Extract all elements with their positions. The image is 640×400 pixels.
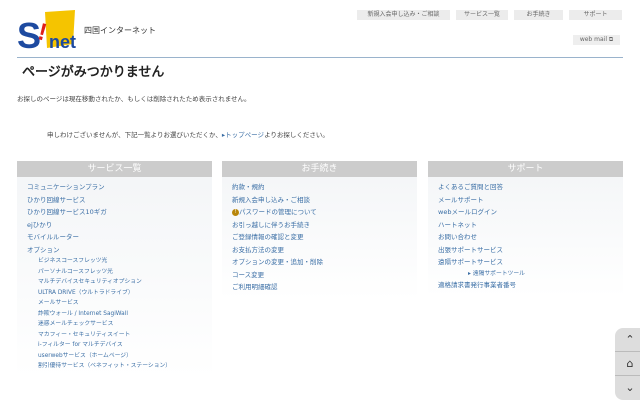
menu-link-label: userwebサービス（ホームページ）: [38, 352, 132, 359]
menu-link-label: コミュニケーションプラン: [27, 183, 105, 191]
menu-link[interactable]: 約款・規約: [232, 181, 407, 194]
menu-link[interactable]: ひかり回線サービス10ギガ: [27, 206, 202, 219]
menu-link-label: オプションの変更・追加・削除: [232, 258, 323, 266]
menu-link-label: コース変更: [232, 270, 265, 279]
info-icon: !: [232, 208, 239, 216]
header-divider: [17, 57, 623, 58]
menu-link-label: マルチデバイスセキュリティオプション: [38, 279, 142, 285]
menu-link-label: webメールログイン: [438, 208, 497, 216]
menu-link[interactable]: お問い合わせ: [438, 231, 613, 244]
menu-link-label: マカフィー・セキュリティスイート: [38, 331, 131, 338]
menu-link[interactable]: ULTRA DRIVE（ウルトラドライブ）: [27, 288, 202, 299]
menu-link[interactable]: ! パスワードの管理について: [232, 206, 407, 219]
guide-message: 申しわけございませんが、下記一覧よりお選びいただくか、▸トップページよりお探しく…: [47, 129, 329, 139]
menu-link-label: 迷惑メールチェックサービス: [38, 321, 114, 327]
menu-link-label: お引っ越しに伴うお手続き: [232, 220, 310, 229]
menu-link-label: よくあるご質問と回答: [438, 183, 503, 191]
menu-link-label: パスワードの管理について: [239, 208, 317, 216]
menu-link-label: 遠隔サポートサービス: [438, 258, 503, 266]
menu-link[interactable]: ビジネスコースフレッツ光: [27, 256, 202, 267]
floating-nav: ⌃ ⌂ ⌄: [615, 328, 640, 400]
menu-link-label: オプション: [27, 245, 60, 254]
menu-link-label: ひかり回線サービス10ギガ: [27, 208, 107, 216]
page-title: ページがみつかりません: [22, 65, 165, 80]
menu-link-label: 詐欺ウォール / Internet SagiWall: [38, 310, 128, 317]
nav-procedures[interactable]: お手続き: [514, 10, 563, 20]
menu-link[interactable]: オプション: [27, 244, 202, 257]
menu-link[interactable]: コミュニケーションプラン: [27, 181, 202, 194]
column-header: サービス一覧: [17, 161, 212, 177]
menu-link[interactable]: ハートネット: [438, 219, 613, 232]
nav-signup[interactable]: 新規入会申し込み・ご相談: [357, 10, 450, 20]
menu-link[interactable]: 出張サポートサービス: [438, 244, 613, 257]
menu-link[interactable]: ご登録情報の確認と変更: [232, 231, 407, 244]
menu-link-label: お支払方法の変更: [232, 245, 284, 254]
menu-link[interactable]: コース変更: [232, 269, 407, 282]
nav-support[interactable]: サポート: [569, 10, 622, 20]
menu-link-label: ハートネット: [438, 220, 477, 229]
home-icon[interactable]: ⌂: [615, 352, 640, 376]
menu-link-label: ビジネスコースフレッツ光: [38, 258, 108, 264]
menu-link-label: ▸ 遠隔サポートツール: [468, 270, 525, 277]
menu-link[interactable]: userwebサービス（ホームページ）: [27, 351, 202, 362]
svg-text:net: net: [49, 32, 76, 52]
menu-link-label: お問い合わせ: [438, 233, 477, 241]
menu-link[interactable]: webメールログイン: [438, 206, 613, 219]
menu-link[interactable]: マルチデバイスセキュリティオプション: [27, 277, 202, 288]
menu-link-label: 出張サポートサービス: [438, 245, 503, 254]
menu-link[interactable]: メールサービス: [27, 298, 202, 309]
menu-link[interactable]: i-フィルター for マルチデバイス: [27, 340, 202, 351]
menu-link[interactable]: 適格請求書発行事業者番号: [438, 279, 613, 292]
menu-link[interactable]: ひかり回線サービス: [27, 194, 202, 207]
menu-link[interactable]: 迷惑メールチェックサービス: [27, 319, 202, 330]
not-found-message: お探しのページは現在移動されたか、もしくは削除されたため表示されません。: [17, 95, 251, 103]
menu-link[interactable]: 新規入会申し込み・ご相談: [232, 194, 407, 207]
menu-link-label: ひかり回線サービス: [27, 195, 86, 204]
support-column: サポートよくあるご質問と回答 メールサポート webメールログイン ハートネット お問い…: [428, 161, 623, 297]
menu-link[interactable]: よくあるご質問と回答: [438, 181, 613, 194]
brand-name: 四国インターネット: [84, 26, 156, 35]
menu-link[interactable]: ▸ 遠隔サポートツール: [438, 269, 613, 279]
services-column: サービス一覧コミュニケーションプラン ひかり回線サービスひかり回線サービス10ギガ…: [17, 161, 212, 378]
scroll-down-icon[interactable]: ⌄: [615, 376, 640, 400]
menu-link-label: ご登録情報の確認と変更: [232, 233, 304, 241]
menu-link-label: 割引優待サービス（ベネフィット・ステーション）: [38, 363, 172, 369]
menu-link-label: 約款・規約: [232, 183, 265, 191]
menu-link-label: メールサービス: [38, 300, 79, 306]
menu-link-label: ejひかり: [27, 220, 53, 229]
menu-link[interactable]: パーソナルコースフレッツ光: [27, 267, 202, 278]
menu-link[interactable]: メールサポート: [438, 194, 613, 207]
menu-link-label: 適格請求書発行事業者番号: [438, 280, 516, 289]
menu-link[interactable]: 遠隔サポートサービス: [438, 256, 613, 269]
scroll-up-icon[interactable]: ⌃: [615, 328, 640, 352]
menu-link-label: メールサポート: [438, 195, 484, 204]
menu-link[interactable]: オプションの変更・追加・削除: [232, 256, 407, 269]
menu-link[interactable]: マカフィー・セキュリティスイート: [27, 330, 202, 341]
column-header: お手続き: [222, 161, 417, 177]
menu-link-label: 新規入会申し込み・ご相談: [232, 195, 310, 204]
webmail-button[interactable]: web mail ⧉: [573, 35, 620, 45]
column-header: サポート: [428, 161, 623, 177]
menu-link-label: ULTRA DRIVE（ウルトラドライブ）: [38, 289, 134, 296]
menu-link[interactable]: 詐欺ウォール / Internet SagiWall: [27, 309, 202, 320]
menu-link-label: i-フィルター for マルチデバイス: [38, 342, 123, 348]
menu-link[interactable]: ご利用明細確認: [232, 281, 407, 294]
menu-link-label: ご利用明細確認: [232, 283, 278, 291]
guide-text-end: よりお探しください。: [264, 131, 329, 139]
guide-text: 申しわけございませんが、下記一覧よりお選びいただくか、: [47, 131, 222, 139]
nav-services[interactable]: サービス一覧: [456, 10, 508, 20]
procedures-column: お手続き 約款・規約 新規入会申し込み・ご相談! パスワードの管理について お引っ越しに…: [222, 161, 417, 300]
menu-link[interactable]: ejひかり: [27, 219, 202, 232]
menu-link[interactable]: モバイルルーター: [27, 231, 202, 244]
menu-link[interactable]: お引っ越しに伴うお手続き: [232, 219, 407, 232]
logo[interactable]: S ! net: [17, 10, 79, 56]
menu-link-label: パーソナルコースフレッツ光: [38, 268, 113, 275]
menu-link[interactable]: 割引優待サービス（ベネフィット・ステーション）: [27, 361, 202, 372]
menu-link[interactable]: お支払方法の変更: [232, 244, 407, 257]
menu-link-label: モバイルルーター: [27, 233, 79, 241]
top-page-link[interactable]: ▸トップページ: [222, 131, 264, 139]
